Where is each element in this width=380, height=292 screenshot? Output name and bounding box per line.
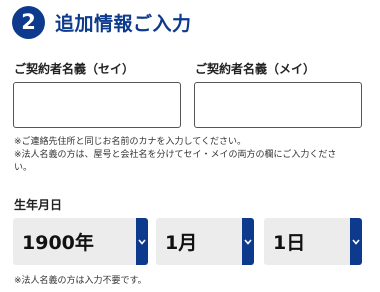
birthdate-label: 生年月日: [14, 198, 63, 212]
birth-month-select[interactable]: 1月: [156, 218, 254, 265]
note-line: ※ご連絡先住所と同じお名前のカナを入力してください。: [14, 137, 247, 147]
section-header: 2 追加情報ご入力: [12, 4, 192, 40]
name-input-notes: ※ご連絡先住所と同じお名前のカナを入力してください。 ※法人名義の方は、屋号と会…: [14, 136, 370, 175]
step-number-badge: 2: [12, 5, 45, 39]
birth-month-value: 1月: [165, 232, 198, 254]
chevron-down-icon[interactable]: [242, 218, 254, 265]
chevron-down-icon[interactable]: [350, 218, 362, 265]
name-sei-input[interactable]: [13, 82, 181, 128]
birth-day-value: 1日: [273, 232, 306, 254]
section-title: 追加情報ご入力: [55, 12, 192, 35]
name-mei-input[interactable]: [194, 82, 362, 128]
birth-year-value: 1900年: [22, 232, 94, 254]
label-name-sei: ご契約者名義（セイ）: [14, 62, 135, 76]
birth-day-select[interactable]: 1日: [264, 218, 362, 265]
birthdate-note: ※法人名義の方は入力不要です。: [14, 276, 147, 286]
note-line: い。: [14, 163, 33, 173]
label-name-mei: ご契約者名義（メイ）: [195, 62, 316, 76]
note-line: ※法人名義の方は、屋号と会社名を分けてセイ・メイの両方の欄にご入力くださ: [14, 150, 337, 160]
birth-year-select[interactable]: 1900年: [13, 218, 148, 265]
chevron-down-icon[interactable]: [136, 218, 148, 265]
